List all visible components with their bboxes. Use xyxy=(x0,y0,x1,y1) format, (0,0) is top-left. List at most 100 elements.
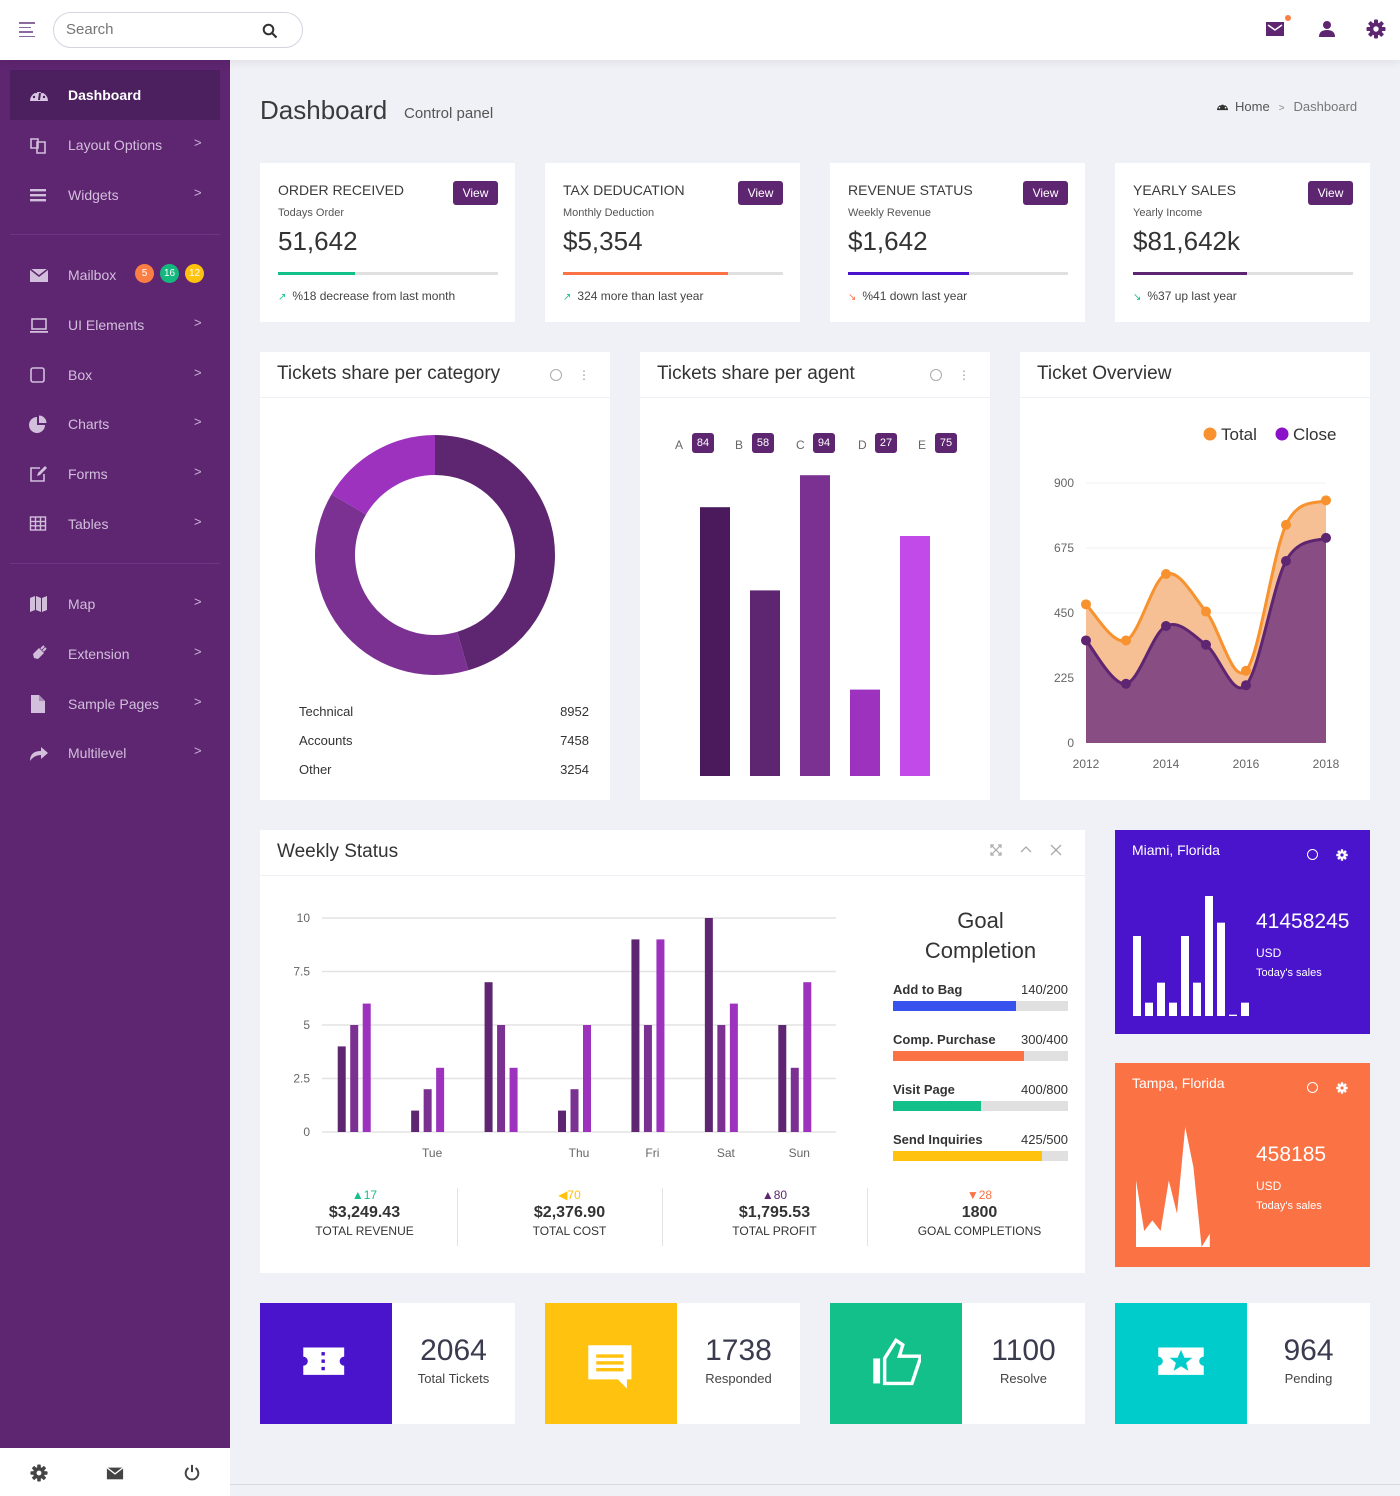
sidebar-item-multilevel[interactable]: Multilevel > xyxy=(10,728,220,778)
dashboard-icon xyxy=(30,90,48,101)
chevron-right-icon: > xyxy=(194,315,202,330)
spark-bar xyxy=(1217,922,1225,1016)
kpi-delta: ▲80 xyxy=(761,1188,788,1202)
sidebar-item-extension[interactable]: Extension > xyxy=(10,629,220,679)
menu-toggle-icon[interactable] xyxy=(19,22,35,37)
weekly-bar xyxy=(729,1003,738,1132)
chevron-right-icon: > xyxy=(194,464,202,479)
x-tick-label: 2014 xyxy=(1153,757,1180,771)
sidebar-item-tables[interactable]: Tables > xyxy=(10,499,220,549)
view-button[interactable]: View xyxy=(738,181,783,205)
view-button[interactable]: View xyxy=(1308,181,1353,205)
spark-bar xyxy=(1181,936,1189,1016)
power-icon[interactable] xyxy=(183,1464,201,1482)
agent-bar-c xyxy=(800,475,830,776)
mail-icon[interactable] xyxy=(106,1464,124,1482)
close-icon[interactable] xyxy=(1050,844,1062,856)
agent-bar-a xyxy=(700,507,730,776)
sidebar-item-box[interactable]: Box > xyxy=(10,350,220,400)
goal-value: 140/200 xyxy=(1021,982,1068,997)
sidebar-item-widgets[interactable]: Widgets > xyxy=(10,170,220,220)
y-tick-label: 2.5 xyxy=(293,1072,310,1086)
tile-value: 964 xyxy=(1283,1334,1334,1367)
sales-caption: Today's sales xyxy=(1256,1200,1322,1212)
sidebar-item-dashboard[interactable]: Dashboard xyxy=(10,70,220,120)
refresh-icon[interactable] xyxy=(1307,849,1318,861)
sidebar-item-charts[interactable]: Charts > xyxy=(10,399,220,449)
gear-icon[interactable] xyxy=(1336,1082,1349,1094)
breadcrumb-home[interactable]: Home xyxy=(1235,99,1270,114)
mail-button[interactable] xyxy=(1265,15,1291,42)
weekly-bar xyxy=(717,1025,726,1132)
user-button[interactable] xyxy=(1318,18,1342,42)
spark-bar xyxy=(1169,1002,1177,1016)
search-input[interactable] xyxy=(66,21,256,38)
sidebar-item-forms[interactable]: Forms > xyxy=(10,449,220,499)
sidebar-item-label: Tables xyxy=(68,516,109,532)
search-icon[interactable] xyxy=(262,23,278,39)
city-sales-card: Tampa, Florida 458185 USD Today's sales xyxy=(1115,1063,1370,1267)
progress-fill xyxy=(563,272,728,275)
footer-divider xyxy=(230,1484,1400,1485)
expand-icon[interactable] xyxy=(990,844,1002,856)
sidebar-item-label: Mailbox xyxy=(68,267,117,283)
weekly-bar xyxy=(558,1110,566,1132)
sidebar-item-label: Multilevel xyxy=(68,745,127,761)
more-vertical-icon[interactable]: ⋮ xyxy=(578,369,590,381)
gear-icon[interactable] xyxy=(30,1464,48,1482)
view-button[interactable]: View xyxy=(453,181,498,205)
search-box xyxy=(53,12,303,48)
collapse-icon[interactable] xyxy=(1020,844,1032,856)
kpi-item: ▲17 $3,249.43 TOTAL REVENUE xyxy=(262,1188,467,1238)
goal-progress-fill xyxy=(893,1001,1016,1011)
point-total xyxy=(1321,495,1331,506)
point-total xyxy=(1081,599,1091,610)
stat-title: TAX DEDUCATION xyxy=(563,182,685,198)
legend-row: Accounts 7458 xyxy=(299,733,589,748)
sidebar-item-map[interactable]: Map > xyxy=(10,579,220,629)
gear-icon xyxy=(1366,19,1386,39)
x-tick-label: 2012 xyxy=(1073,757,1100,771)
gear-icon[interactable] xyxy=(1336,849,1349,861)
view-button[interactable]: View xyxy=(1023,181,1068,205)
refresh-icon[interactable] xyxy=(550,368,562,381)
stat-value: $5,354 xyxy=(563,226,643,256)
chevron-right-icon: > xyxy=(194,185,202,200)
weekly-bar xyxy=(362,1003,371,1132)
stat-subtitle: Monthly Deduction xyxy=(563,207,655,219)
bars-icon xyxy=(30,189,46,202)
settings-button[interactable] xyxy=(1366,18,1390,42)
kpi-label: TOTAL COST xyxy=(532,1224,607,1238)
refresh-icon[interactable] xyxy=(1307,1082,1318,1094)
trend-down-icon: ↘ xyxy=(848,292,857,303)
sidebar-item-layout-options[interactable]: Layout Options > xyxy=(10,120,220,170)
goal-item: Comp. Purchase 300/400 xyxy=(893,1032,1068,1061)
breadcrumb-separator: > xyxy=(1278,103,1285,114)
sidebar-item-sample-pages[interactable]: Sample Pages > xyxy=(10,679,220,729)
weekly-bar xyxy=(583,1025,591,1132)
legend-label: Technical xyxy=(299,704,354,719)
sidebar-item-label: Layout Options xyxy=(68,137,163,153)
weekly-bar xyxy=(423,1089,432,1132)
goal-value: 300/400 xyxy=(1021,1032,1068,1047)
spark-bar xyxy=(1145,1002,1153,1016)
weekly-bar xyxy=(778,1025,787,1132)
stat-title: YEARLY SALES xyxy=(1133,182,1236,198)
sidebar-item-label: Extension xyxy=(68,646,130,662)
sidebar-item-label: Sample Pages xyxy=(68,696,160,712)
agent-bar-b xyxy=(750,590,780,776)
sidebar-item-label: Dashboard xyxy=(68,87,142,103)
sidebar-item-ui-elements[interactable]: UI Elements > xyxy=(10,300,220,350)
sidebar-item-mailbox[interactable]: Mailbox 5 16 12 xyxy=(10,250,220,300)
city-name: Tampa, Florida xyxy=(1132,1075,1225,1091)
legend-label: Accounts xyxy=(299,733,353,748)
stat-footer-text: %18 decrease from last month xyxy=(292,289,456,303)
agent-bar-d xyxy=(850,689,880,776)
weekly-bar xyxy=(509,1067,518,1132)
stat-title: REVENUE STATUS xyxy=(848,182,973,198)
y-tick-label: 7.5 xyxy=(293,965,310,979)
kpi-divider xyxy=(867,1188,868,1246)
goal-progress-fill xyxy=(893,1101,981,1111)
sidebar-item-label: UI Elements xyxy=(68,317,145,333)
sales-value: 458185 xyxy=(1256,1143,1327,1166)
